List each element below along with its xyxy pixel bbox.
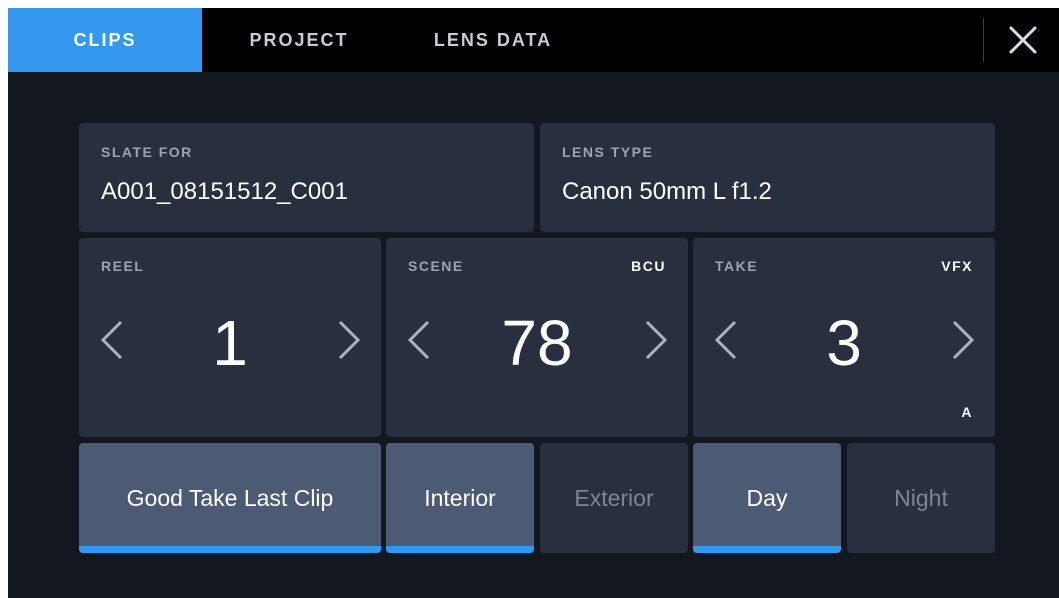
take-label: TAKE [715, 258, 759, 274]
take-panel: TAKE VFX 3 A [693, 238, 995, 437]
reel-panel: REEL 1 [79, 238, 381, 437]
interior-toggle[interactable]: Interior [386, 443, 534, 553]
take-tag[interactable]: VFX [941, 258, 973, 274]
tab-lens-data[interactable]: LENS DATA [396, 8, 590, 72]
good-take-label: Good Take Last Clip [126, 485, 334, 511]
tab-bar: CLIPS PROJECT LENS DATA [8, 8, 1059, 72]
scene-tag[interactable]: BCU [631, 258, 666, 274]
good-take-active-bar [79, 546, 381, 553]
slate-for-value: A001_08151512_C001 [101, 178, 348, 205]
slate-for-label: SLATE FOR [101, 144, 193, 160]
scene-label: SCENE [408, 258, 464, 274]
close-icon [1009, 26, 1037, 54]
scene-increment-button[interactable] [643, 318, 669, 362]
reel-label: REEL [101, 258, 145, 274]
chevron-right-icon [952, 320, 975, 360]
chevron-right-icon [338, 320, 361, 360]
day-toggle[interactable]: Day [693, 443, 841, 553]
lens-type-field[interactable]: LENS TYPE Canon 50mm L f1.2 [540, 123, 995, 232]
slate-screen: CLIPS PROJECT LENS DATA SLATE FOR A001_0… [8, 8, 1059, 598]
exterior-toggle[interactable]: Exterior [540, 443, 688, 553]
reel-increment-button[interactable] [336, 318, 362, 362]
interior-active-bar [386, 546, 534, 553]
tab-project[interactable]: PROJECT [202, 8, 396, 72]
chevron-right-icon [645, 320, 668, 360]
good-take-toggle[interactable]: Good Take Last Clip [79, 443, 381, 553]
close-button[interactable] [1003, 20, 1043, 60]
night-label: Night [894, 485, 948, 511]
take-increment-button[interactable] [950, 318, 976, 362]
day-active-bar [693, 546, 841, 553]
scene-panel: SCENE BCU 78 [386, 238, 688, 437]
exterior-label: Exterior [574, 485, 654, 511]
slate-for-field[interactable]: SLATE FOR A001_08151512_C001 [79, 123, 534, 232]
take-suffix: A [961, 404, 973, 420]
interior-label: Interior [424, 485, 496, 511]
day-label: Day [746, 485, 788, 511]
tab-divider [983, 18, 984, 62]
night-toggle[interactable]: Night [847, 443, 995, 553]
tab-clips[interactable]: CLIPS [8, 8, 202, 72]
lens-type-value: Canon 50mm L f1.2 [562, 178, 772, 205]
lens-type-label: LENS TYPE [562, 144, 654, 160]
